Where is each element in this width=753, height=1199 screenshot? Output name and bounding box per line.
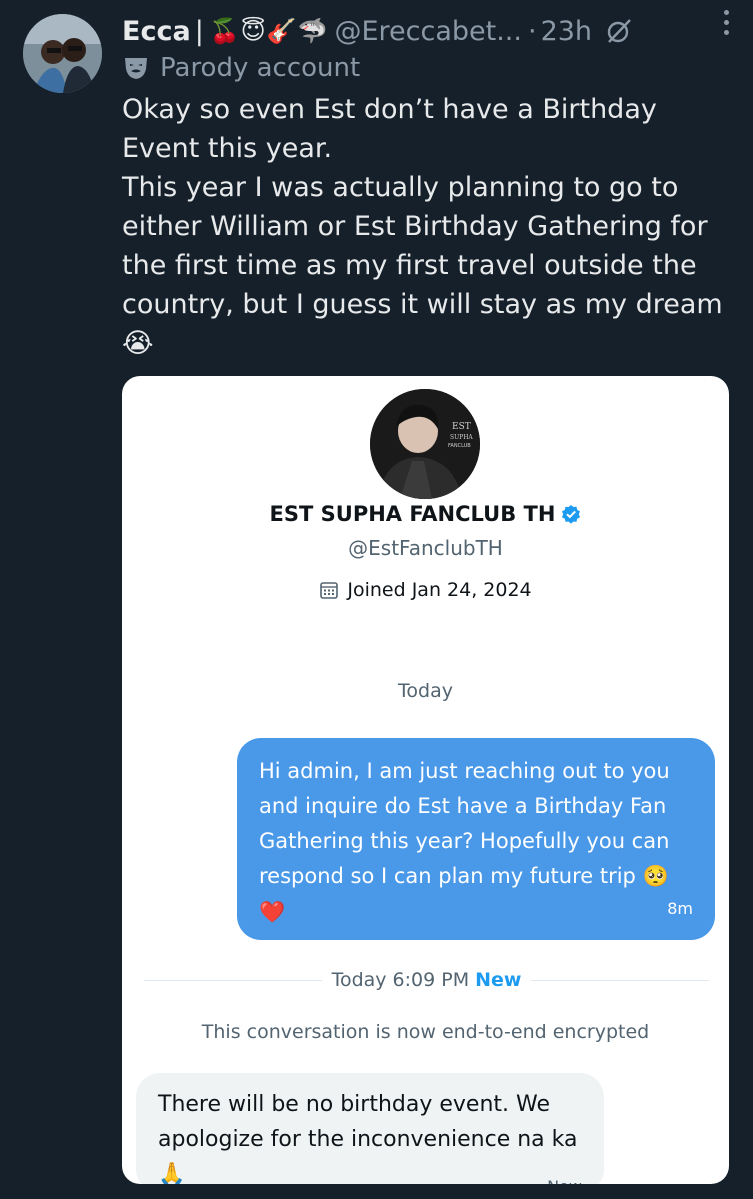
name-separator: | (194, 15, 204, 47)
author-name[interactable]: Ecca (122, 16, 191, 47)
incoming-message-time: Now (547, 1169, 582, 1184)
author-handle[interactable]: @Ereccabet... (334, 16, 522, 47)
dm-handle: @EstFanclubTH (348, 536, 503, 560)
parody-mask-icon (125, 58, 147, 79)
svg-text:FANCLUB: FANCLUB (448, 443, 471, 449)
outgoing-message-time: 8m (667, 899, 693, 918)
divider-line (144, 979, 322, 981)
dm-avatar: EST SUPHA FANCLUB (370, 389, 480, 499)
incoming-message-bubble[interactable]: There will be no birthday event. We apol… (136, 1073, 604, 1184)
divider-time: Today 6:09 PM (331, 969, 470, 991)
parody-label-text: Parody account (160, 53, 361, 83)
author-avatar[interactable] (23, 14, 102, 93)
tweet-header: Ecca | 🍒😇🎸🦈 @Ereccabet... · 23h (122, 12, 732, 50)
dm-name-text: EST SUPHA FANCLUB TH (269, 502, 556, 526)
day-label: Today (398, 680, 453, 702)
attached-image-card[interactable]: EST SUPHA FANCLUB EST SUPHA FANCLUB TH @… (122, 376, 729, 1184)
name-emojis: 🍒😇🎸🦈 (209, 17, 329, 45)
grok-icon[interactable] (606, 18, 632, 44)
joined-date: Joined Jan 24, 2024 (122, 579, 729, 601)
divider-label: Today 6:09 PM New (322, 969, 532, 991)
joined-text: Joined Jan 24, 2024 (347, 579, 532, 601)
heart-emoji: ❤️ (259, 899, 286, 924)
svg-text:SUPHA: SUPHA (450, 434, 473, 441)
outgoing-message-bubble[interactable]: Hi admin, I am just reaching out to you … (237, 738, 715, 940)
new-messages-divider: Today 6:09 PM New (144, 968, 710, 992)
verified-badge-icon (562, 505, 581, 524)
parody-label: Parody account (122, 52, 360, 84)
tweet-time[interactable]: 23h (541, 16, 592, 47)
divider-line (531, 979, 710, 981)
encryption-notice: This conversation is now end-to-end encr… (201, 1021, 650, 1043)
tweet-text: Okay so even Est don’t have a Birthday E… (122, 90, 732, 363)
svg-text:EST: EST (452, 422, 471, 432)
more-options-icon[interactable] (720, 4, 733, 41)
dm-display-name: EST SUPHA FANCLUB TH (122, 502, 729, 526)
time-separator: · (527, 15, 537, 47)
incoming-message-text: There will be no birthday event. We apol… (158, 1092, 578, 1184)
tweet-text-line: Okay so even Est don’t have a Birthday E… (122, 94, 657, 164)
new-badge: New (475, 969, 522, 991)
tweet-text-line: This year I was actually planning to go … (122, 172, 723, 359)
calendar-icon (320, 582, 339, 599)
outgoing-message-text: Hi admin, I am just reaching out to you … (259, 759, 670, 888)
